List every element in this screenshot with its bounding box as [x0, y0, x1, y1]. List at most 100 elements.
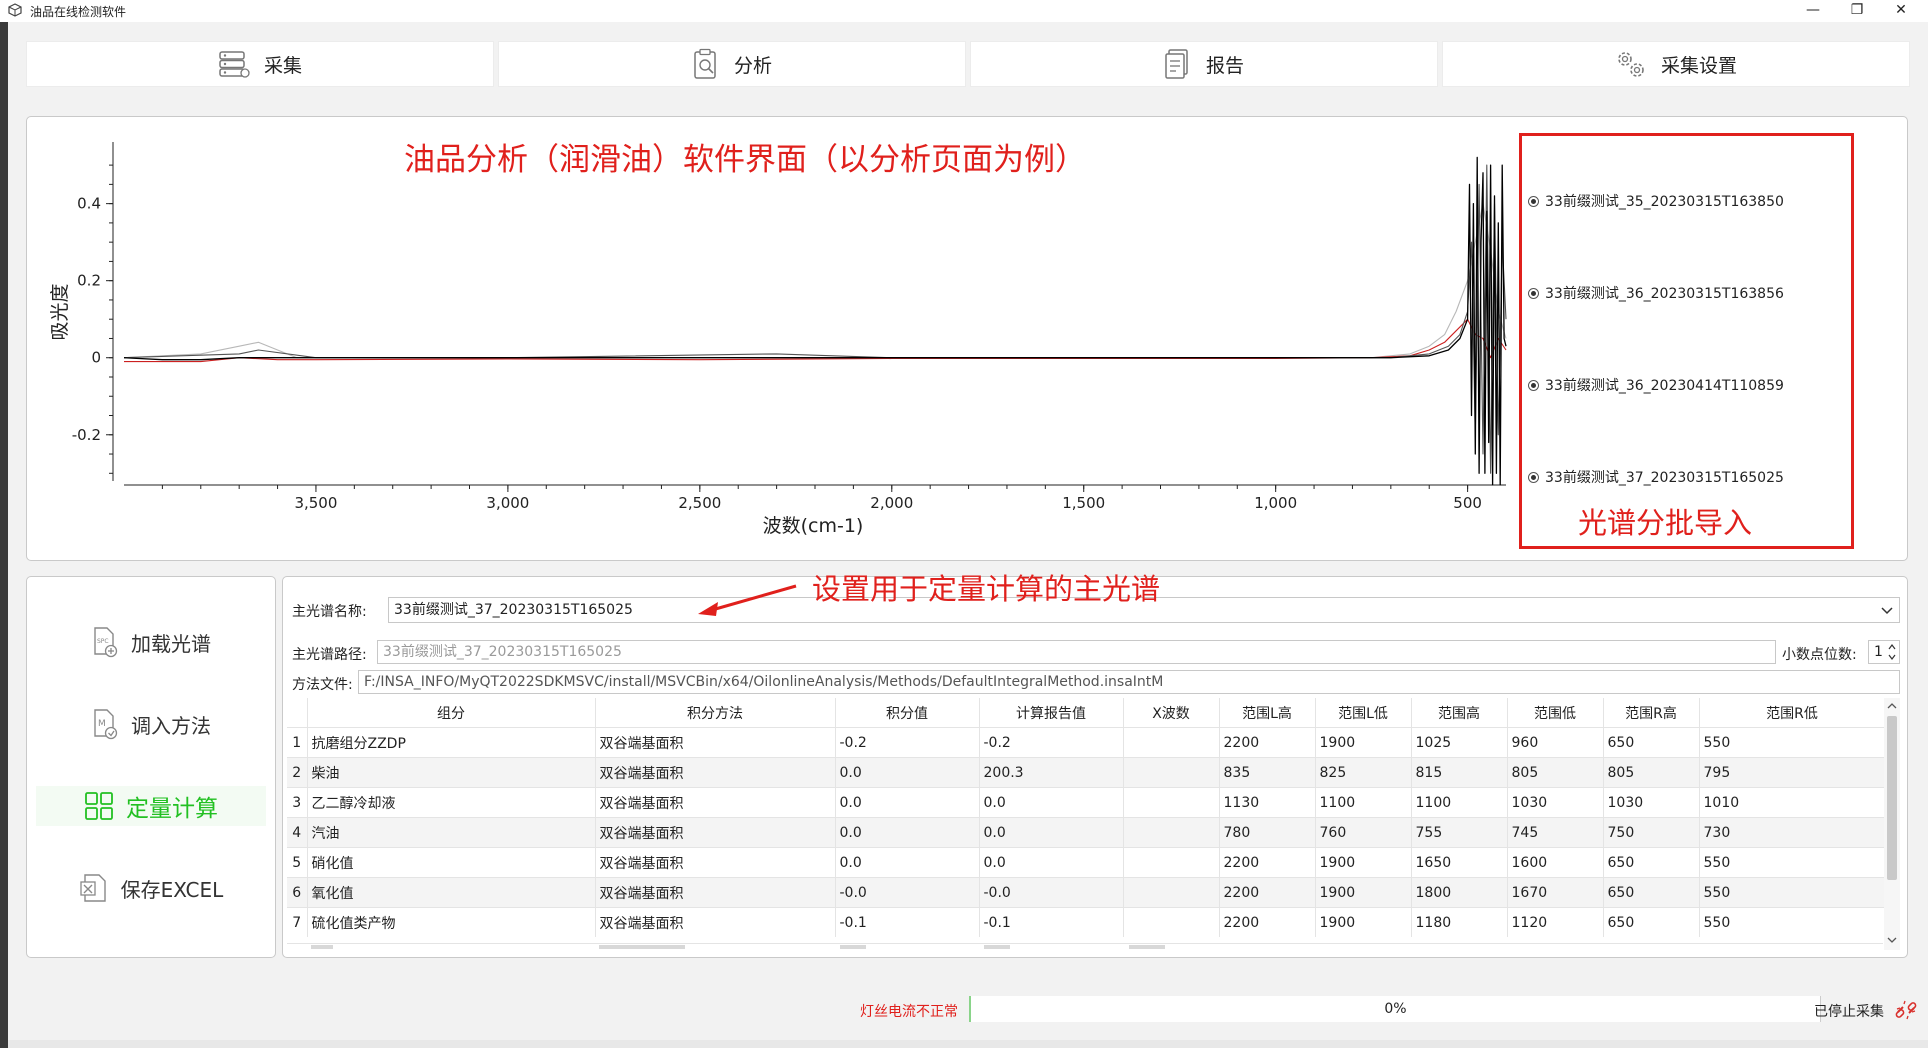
- table-cell[interactable]: 1900: [1315, 847, 1412, 878]
- table-cell[interactable]: [1123, 727, 1220, 758]
- column-header[interactable]: 积分值: [835, 698, 980, 728]
- column-header[interactable]: 范围L高: [1219, 698, 1316, 728]
- minimize-button[interactable]: —: [1790, 0, 1836, 22]
- table-cell[interactable]: 755: [1411, 817, 1508, 848]
- table-cell[interactable]: 650: [1603, 877, 1700, 908]
- column-header[interactable]: X波数: [1123, 698, 1220, 728]
- table-cell[interactable]: [1123, 877, 1220, 908]
- table-cell[interactable]: 2200: [1219, 727, 1316, 758]
- table-cell[interactable]: 825: [1315, 757, 1412, 788]
- table-cell[interactable]: 815: [1411, 757, 1508, 788]
- table-row[interactable]: 4 汽油 双谷端基面积 0.0 0.0 780 760 755 745 750 730: [287, 817, 1886, 848]
- save-excel-button[interactable]: 保存EXCEL: [36, 868, 266, 908]
- table-row[interactable]: 5 硝化值 双谷端基面积 0.0 0.0 2200 1900 1650 1600 650 550: [287, 847, 1886, 878]
- table-cell[interactable]: 1180: [1411, 907, 1508, 937]
- legend-item[interactable]: 33前缀测试_36_20230315T163856: [1528, 283, 1784, 303]
- table-cell[interactable]: 1025: [1411, 727, 1508, 758]
- table-cell[interactable]: -0.1: [979, 907, 1124, 937]
- main-path-field[interactable]: 33前缀测试_37_20230315T165025: [377, 640, 1776, 664]
- legend-item[interactable]: 33前缀测试_37_20230315T165025: [1528, 467, 1784, 487]
- table-cell[interactable]: 双谷端基面积: [595, 727, 836, 758]
- table-cell[interactable]: 0.0: [979, 787, 1124, 818]
- table-cell[interactable]: 650: [1603, 907, 1700, 937]
- table-cell[interactable]: -0.0: [835, 877, 980, 908]
- table-cell[interactable]: 1030: [1603, 787, 1700, 818]
- table-cell[interactable]: 805: [1507, 757, 1604, 788]
- table-row[interactable]: 2 柴油 双谷端基面积 0.0 200.3 835 825 815 805 805 795: [287, 757, 1886, 788]
- table-cell[interactable]: 0.0: [835, 787, 980, 818]
- tab-report[interactable]: 报告: [970, 41, 1438, 87]
- table-cell[interactable]: [1123, 847, 1220, 878]
- table-cell[interactable]: 柴油: [307, 757, 596, 788]
- table-cell[interactable]: [1123, 817, 1220, 848]
- column-header[interactable]: 组分: [307, 698, 596, 728]
- table-row[interactable]: 6 氧化值 双谷端基面积 -0.0 -0.0 2200 1900 1800 1670 650 550: [287, 877, 1886, 908]
- table-cell[interactable]: 805: [1603, 757, 1700, 788]
- table-cell[interactable]: 双谷端基面积: [595, 817, 836, 848]
- table-cell[interactable]: 1800: [1411, 877, 1508, 908]
- table-scrollbar[interactable]: [1884, 698, 1900, 950]
- table-cell[interactable]: 0.0: [979, 817, 1124, 848]
- load-spectrum-button[interactable]: SPC 加载光谱: [36, 622, 266, 662]
- table-cell[interactable]: 0.0: [835, 847, 980, 878]
- column-header[interactable]: 积分方法: [595, 698, 836, 728]
- table-cell[interactable]: 1100: [1411, 787, 1508, 818]
- table-cell[interactable]: 795: [1699, 757, 1886, 788]
- tab-collect[interactable]: 采集: [26, 41, 494, 87]
- column-header[interactable]: 范围低: [1507, 698, 1604, 728]
- table-cell[interactable]: 960: [1507, 727, 1604, 758]
- table-cell[interactable]: 0.0: [835, 817, 980, 848]
- table-cell[interactable]: 550: [1699, 847, 1886, 878]
- tab-collect-settings[interactable]: 采集设置: [1442, 41, 1910, 87]
- table-cell[interactable]: 乙二醇冷却液: [307, 787, 596, 818]
- table-cell[interactable]: 双谷端基面积: [595, 757, 836, 788]
- table-cell[interactable]: 0.0: [979, 847, 1124, 878]
- table-cell[interactable]: 汽油: [307, 817, 596, 848]
- table-cell[interactable]: 双谷端基面积: [595, 847, 836, 878]
- legend-item[interactable]: 33前缀测试_35_20230315T163850: [1528, 191, 1784, 211]
- table-cell[interactable]: 1900: [1315, 727, 1412, 758]
- table-cell[interactable]: 760: [1315, 817, 1412, 848]
- table-cell[interactable]: 550: [1699, 907, 1886, 937]
- table-cell[interactable]: 1600: [1507, 847, 1604, 878]
- table-cell[interactable]: 硝化值: [307, 847, 596, 878]
- column-header[interactable]: 范围L低: [1315, 698, 1412, 728]
- table-cell[interactable]: 650: [1603, 727, 1700, 758]
- table-cell[interactable]: 0.0: [835, 757, 980, 788]
- table-cell[interactable]: -0.0: [979, 877, 1124, 908]
- table-cell[interactable]: 750: [1603, 817, 1700, 848]
- restore-button[interactable]: ❐: [1834, 0, 1880, 22]
- table-cell[interactable]: 双谷端基面积: [595, 907, 836, 937]
- tab-analysis[interactable]: 分析: [498, 41, 966, 87]
- table-cell[interactable]: 硫化值类产物: [307, 907, 596, 937]
- scrollbar-thumb[interactable]: [1887, 716, 1897, 880]
- column-header[interactable]: 范围高: [1411, 698, 1508, 728]
- table-cell[interactable]: 1650: [1411, 847, 1508, 878]
- table-cell[interactable]: 730: [1699, 817, 1886, 848]
- table-cell[interactable]: 2200: [1219, 907, 1316, 937]
- table-cell[interactable]: 1030: [1507, 787, 1604, 818]
- table-cell[interactable]: 双谷端基面积: [595, 787, 836, 818]
- table-cell[interactable]: -0.1: [835, 907, 980, 937]
- broken-link-icon[interactable]: [1894, 998, 1918, 1022]
- table-cell[interactable]: 2200: [1219, 847, 1316, 878]
- table-cell[interactable]: 2200: [1219, 877, 1316, 908]
- column-header[interactable]: 范围R高: [1603, 698, 1700, 728]
- scroll-down-icon[interactable]: [1887, 936, 1897, 944]
- table-cell[interactable]: [1123, 907, 1220, 937]
- table-cell[interactable]: 650: [1603, 847, 1700, 878]
- table-cell[interactable]: 1130: [1219, 787, 1316, 818]
- table-cell[interactable]: 1010: [1699, 787, 1886, 818]
- table-cell[interactable]: 1900: [1315, 907, 1412, 937]
- table-cell[interactable]: 550: [1699, 877, 1886, 908]
- quantitative-calc-button[interactable]: 定量计算: [36, 786, 266, 826]
- column-header[interactable]: 计算报告值: [979, 698, 1124, 728]
- table-cell[interactable]: 氧化值: [307, 877, 596, 908]
- table-cell[interactable]: 双谷端基面积: [595, 877, 836, 908]
- method-file-field[interactable]: F:/INSA_INFO/MyQT2022SDKMSVC/install/MSV…: [358, 670, 1900, 694]
- column-header[interactable]: 范围R低: [1699, 698, 1886, 728]
- close-button[interactable]: ✕: [1878, 0, 1924, 22]
- table-cell[interactable]: -0.2: [835, 727, 980, 758]
- table-cell[interactable]: -0.2: [979, 727, 1124, 758]
- legend-item[interactable]: 33前缀测试_36_20230414T110859: [1528, 375, 1784, 395]
